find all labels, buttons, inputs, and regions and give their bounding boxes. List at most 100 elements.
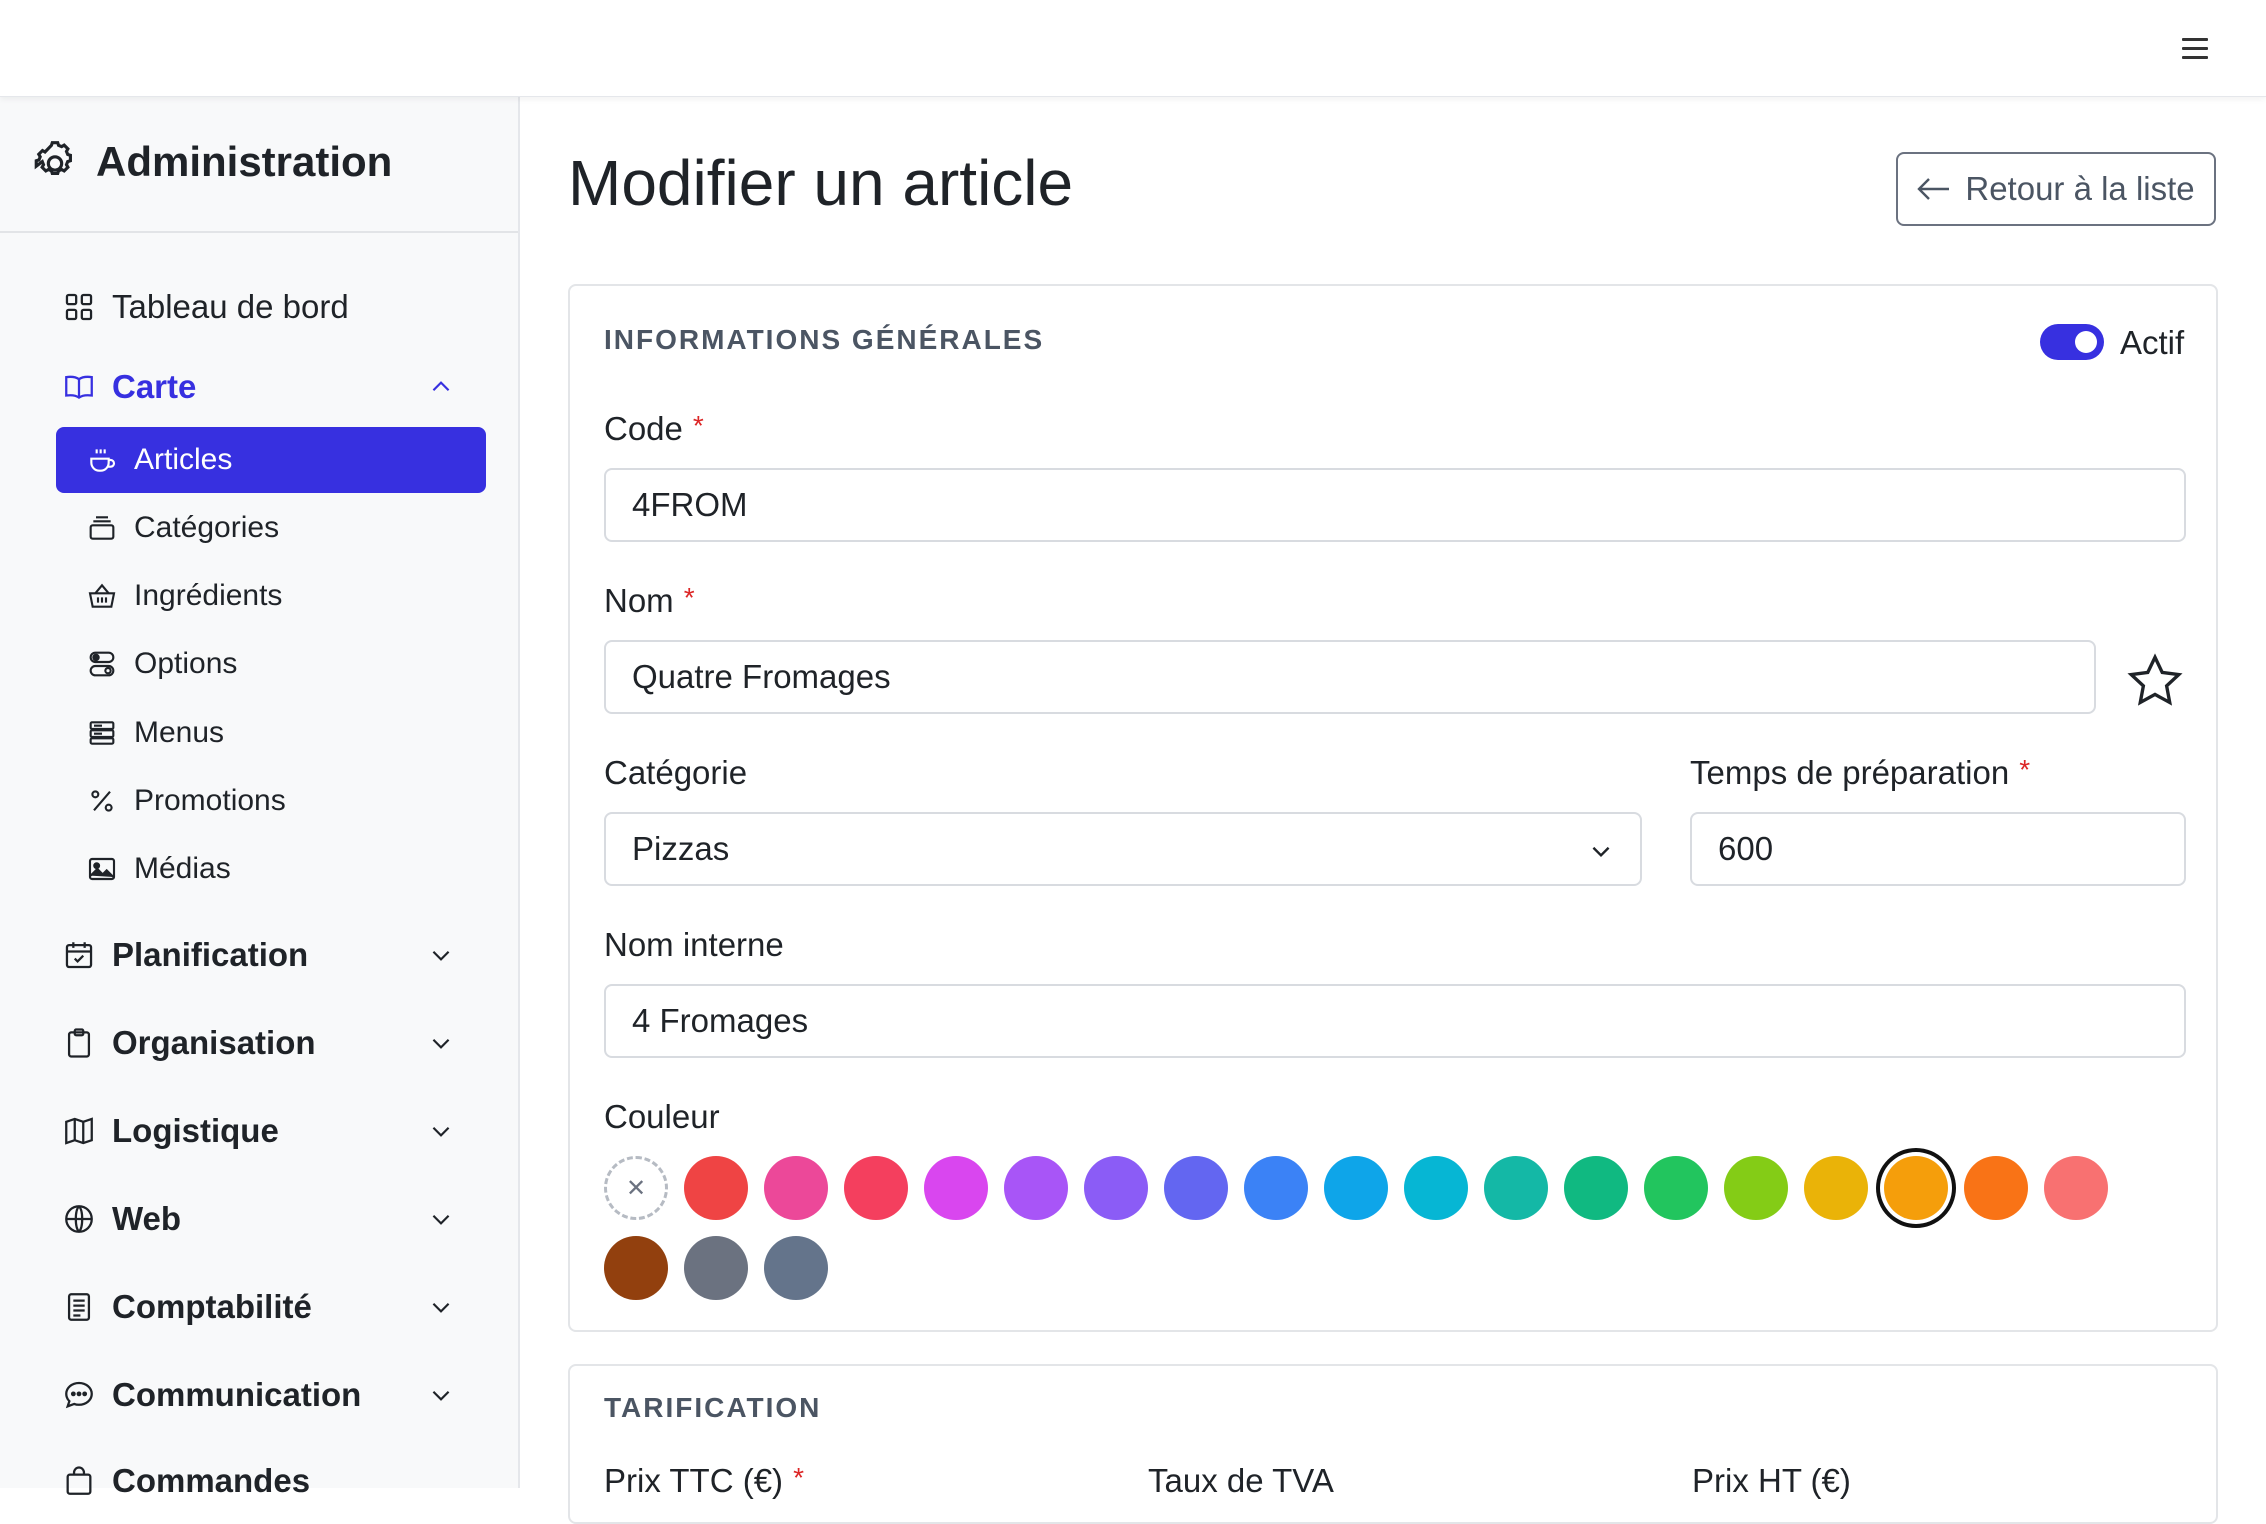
section-heading: INFORMATIONS GÉNÉRALES <box>604 324 1045 355</box>
sidebar-item-label: Options <box>134 647 238 680</box>
sidebar-item-articles[interactable]: Articles <box>56 427 486 493</box>
chevron-down-icon <box>432 1038 450 1049</box>
color-swatch[interactable] <box>1244 1156 1308 1220</box>
calendar-check-icon <box>65 942 93 969</box>
color-swatch[interactable] <box>1164 1156 1228 1220</box>
color-swatch[interactable] <box>2044 1156 2108 1220</box>
color-swatch[interactable] <box>1964 1156 2028 1220</box>
color-swatch[interactable] <box>1404 1156 1468 1220</box>
color-swatch[interactable] <box>1324 1156 1388 1220</box>
arrow-left-icon <box>1917 178 1950 200</box>
chevron-down-icon <box>432 1126 450 1137</box>
sidebar-group-commandes[interactable]: Commandes <box>62 1453 472 1509</box>
stack-icon <box>89 516 115 540</box>
tva-label: Taux de TVA <box>1148 1462 1334 1499</box>
sidebar-group-web[interactable]: Web <box>62 1191 472 1247</box>
color-swatch[interactable] <box>1484 1156 1548 1220</box>
couleur-label: Couleur <box>604 1098 720 1135</box>
sidebar-item-menus[interactable]: Menus <box>56 700 486 766</box>
color-swatch[interactable] <box>684 1236 748 1300</box>
grid-icon <box>65 293 93 321</box>
active-toggle[interactable] <box>2040 324 2104 360</box>
color-swatch[interactable] <box>764 1156 828 1220</box>
basket-icon <box>88 583 116 608</box>
sidebar-group-label: Organisation <box>112 1024 316 1061</box>
sidebar-item-dashboard[interactable]: Tableau de bord <box>62 282 349 332</box>
top-bar <box>0 0 2266 97</box>
sidebar-group-label: Web <box>112 1200 182 1237</box>
color-swatch[interactable] <box>844 1156 908 1220</box>
color-swatch[interactable] <box>1804 1156 1868 1220</box>
section-heading: TARIFICATION <box>604 1392 822 1423</box>
categorie-label: Catégorie <box>604 754 748 791</box>
map-icon <box>65 1117 93 1145</box>
sidebar-group-label: Planification <box>112 936 309 973</box>
sidebar-item-promotions[interactable]: Promotions <box>56 768 486 834</box>
required-mark: * <box>2019 754 2031 785</box>
back-to-list-button[interactable]: Retour à la liste <box>1896 152 2216 226</box>
sidebar-item-label: Médias <box>134 852 231 885</box>
receipt-icon <box>67 1293 91 1321</box>
color-swatch[interactable] <box>1644 1156 1708 1220</box>
sidebar-group-label: Communication <box>112 1376 362 1413</box>
color-swatch[interactable] <box>1564 1156 1628 1220</box>
field-label: Prix TTC (€) <box>604 1462 784 1499</box>
active-label: Actif <box>2120 324 2185 361</box>
sidebar-group-logistique[interactable]: Logistique <box>62 1103 472 1159</box>
nom-interne-input[interactable] <box>604 984 2186 1058</box>
temps-label: Temps de préparation * <box>1690 754 2030 792</box>
sidebar-group-comptabilite[interactable]: Comptabilité <box>62 1279 472 1335</box>
color-swatch[interactable] <box>1884 1156 1948 1220</box>
sidebar-item-label: Articles <box>134 443 233 476</box>
color-swatch[interactable] <box>684 1156 748 1220</box>
sidebar-item-categories[interactable]: Catégories <box>56 495 486 561</box>
chevron-down-icon <box>432 1390 450 1401</box>
sidebar-item-medias[interactable]: Médias <box>56 836 486 902</box>
menu-icon[interactable] <box>2182 32 2208 60</box>
chevron-up-icon[interactable] <box>428 374 454 400</box>
divider <box>0 231 518 233</box>
chevron-down-icon <box>432 1302 450 1313</box>
sidebar-group-planification[interactable]: Planification <box>62 927 472 983</box>
percent-icon <box>91 790 113 812</box>
sidebar-item-carte[interactable]: Carte <box>62 362 196 412</box>
image-icon <box>88 857 116 881</box>
color-swatch[interactable] <box>1004 1156 1068 1220</box>
nom-input[interactable] <box>604 640 2096 714</box>
nom-label: Nom * <box>604 582 695 620</box>
color-swatch[interactable] <box>604 1236 668 1300</box>
categorie-selected-value: Pizzas <box>632 830 730 867</box>
sidebar-brand[interactable]: Administration <box>30 137 392 187</box>
sidebar-item-label: Promotions <box>134 784 286 817</box>
prix-ht-label: Prix HT (€) <box>1692 1462 1851 1499</box>
prix-ttc-label: Prix TTC (€) * <box>604 1462 804 1500</box>
toggle-knob <box>2075 331 2097 353</box>
globe-icon <box>65 1205 93 1233</box>
color-swatch[interactable] <box>1724 1156 1788 1220</box>
sidebar-item-label: Menus <box>134 716 225 749</box>
sidebar-group-label: Comptabilité <box>112 1288 312 1325</box>
pricing-card: TARIFICATION Prix TTC (€) * Taux de TVA P… <box>568 1364 2218 1524</box>
sidebar-group-communication[interactable]: Communication <box>62 1367 472 1423</box>
required-mark: * <box>683 582 695 613</box>
chevron-down-icon <box>432 950 450 961</box>
sidebar-group-label: Logistique <box>112 1112 279 1149</box>
sidebar: Administration Tableau de bord Carte Art… <box>0 97 520 1499</box>
sidebar-item-ingredients[interactable]: Ingrédients <box>56 563 486 629</box>
page-title: Modifier un article <box>568 147 1074 219</box>
sidebar-item-options[interactable]: Options <box>56 631 486 697</box>
temps-input[interactable] <box>1690 812 2186 886</box>
chat-bubble-icon <box>65 1381 93 1409</box>
shopping-bag-icon <box>66 1466 92 1495</box>
required-mark: * <box>793 1462 804 1493</box>
color-swatch[interactable] <box>764 1236 828 1300</box>
back-button-label: Retour à la liste <box>1965 170 2195 207</box>
color-swatch[interactable] <box>924 1156 988 1220</box>
categorie-select[interactable]: Pizzas <box>604 812 1642 886</box>
sidebar-group-organisation[interactable]: Organisation <box>62 1015 472 1071</box>
star-icon[interactable] <box>2124 650 2186 712</box>
code-input[interactable] <box>604 468 2186 542</box>
close-icon: ✕ <box>625 1174 647 1202</box>
color-swatch[interactable] <box>1084 1156 1148 1220</box>
no-color-swatch[interactable]: ✕ <box>604 1156 668 1220</box>
